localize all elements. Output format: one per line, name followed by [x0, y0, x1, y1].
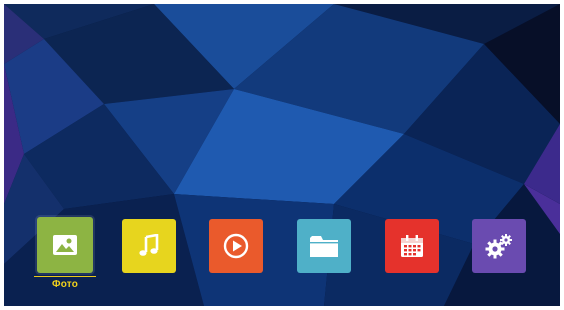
app-video-button[interactable]	[209, 219, 263, 273]
app-settings-button[interactable]	[472, 219, 526, 273]
app-calendar-button[interactable]	[385, 219, 439, 273]
app-files-button[interactable]	[297, 219, 351, 273]
app-music-button[interactable]	[122, 219, 176, 273]
image-icon	[53, 235, 77, 255]
launcher-screen: Фото	[4, 4, 560, 306]
music-note-icon	[137, 234, 161, 258]
selection-underline	[34, 276, 96, 277]
play-icon	[223, 233, 249, 259]
app-photo-button[interactable]	[37, 217, 93, 273]
calendar-icon	[400, 234, 424, 258]
folder-icon	[310, 235, 338, 257]
app-photo-label: Фото	[51, 279, 79, 290]
gears-icon	[484, 233, 514, 259]
app-dock: Фото	[4, 4, 560, 306]
